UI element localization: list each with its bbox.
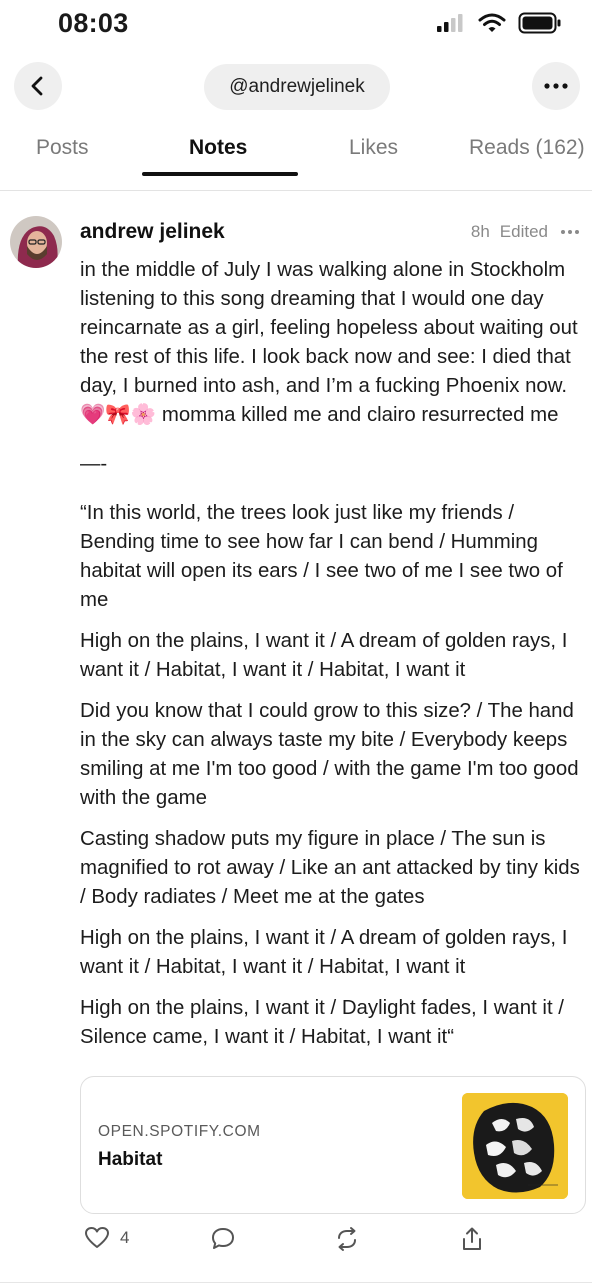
profile-handle-pill[interactable]: @andrewjelinek — [204, 64, 390, 110]
wifi-icon — [478, 13, 506, 32]
note-paragraph: “In this world, the trees look just like… — [80, 502, 563, 611]
like-count: 4 — [120, 1228, 130, 1247]
profile-topbar: @andrewjelinek — [0, 62, 592, 114]
link-preview-card[interactable]: OPEN.SPOTIFY.COM Habitat — [80, 1076, 586, 1214]
ellipsis-icon[interactable] — [560, 229, 580, 235]
link-title: Habitat — [98, 1149, 163, 1170]
restack-icon — [338, 1227, 356, 1251]
edited-label: Edited — [499, 222, 548, 241]
active-tab-indicator — [142, 172, 298, 176]
battery-icon — [518, 12, 561, 34]
signal-icon — [437, 14, 463, 32]
note-header: andrew jelinek 8h Edited — [80, 220, 580, 248]
note-paragraph: Did you know that I could grow to this s… — [80, 700, 579, 809]
link-domain: OPEN.SPOTIFY.COM — [98, 1123, 261, 1140]
share-button[interactable] — [460, 1226, 484, 1252]
chevron-left-icon — [31, 76, 43, 96]
tab-notes[interactable]: Notes — [189, 136, 247, 160]
note-paragraph: in the middle of July I was walking alon… — [80, 259, 578, 426]
status-bar: 08:03 — [0, 0, 592, 48]
note-paragraph: —- — [80, 453, 108, 475]
comment-icon — [212, 1228, 234, 1249]
status-time: 08:03 — [58, 8, 129, 38]
back-button[interactable] — [14, 62, 62, 110]
divider — [0, 1282, 592, 1283]
tab-reads[interactable]: Reads (162) — [469, 136, 585, 160]
comment-button[interactable] — [210, 1226, 236, 1252]
note-meta: 8h Edited — [471, 222, 580, 242]
divider — [0, 190, 592, 191]
ellipsis-icon — [544, 83, 568, 89]
album-art-graphic — [462, 1093, 568, 1199]
avatar-image — [10, 216, 62, 268]
note-paragraph: High on the plains, I want it / Daylight… — [80, 997, 564, 1048]
note-actions: 4 — [80, 1226, 586, 1262]
note-paragraph: High on the plains, I want it / A dream … — [80, 630, 568, 681]
heart-icon — [85, 1227, 109, 1248]
avatar[interactable] — [10, 216, 62, 268]
share-icon — [463, 1227, 481, 1250]
tab-likes[interactable]: Likes — [349, 136, 398, 160]
note-body: in the middle of July I was walking alon… — [80, 256, 586, 1052]
restack-button[interactable] — [334, 1226, 360, 1252]
tab-posts[interactable]: Posts — [36, 136, 89, 160]
note-paragraph: High on the plains, I want it / A dream … — [80, 927, 568, 978]
profile-tabs: Posts Notes Likes Reads (162) — [0, 130, 592, 178]
note-time: 8h — [470, 222, 490, 241]
more-options-button[interactable] — [532, 62, 580, 110]
like-button[interactable]: 4 — [84, 1226, 129, 1250]
status-icons — [436, 12, 562, 34]
author-name[interactable]: andrew jelinek — [80, 220, 225, 244]
note-paragraph: Casting shadow puts my figure in place /… — [80, 828, 580, 908]
album-art-image — [462, 1093, 568, 1199]
